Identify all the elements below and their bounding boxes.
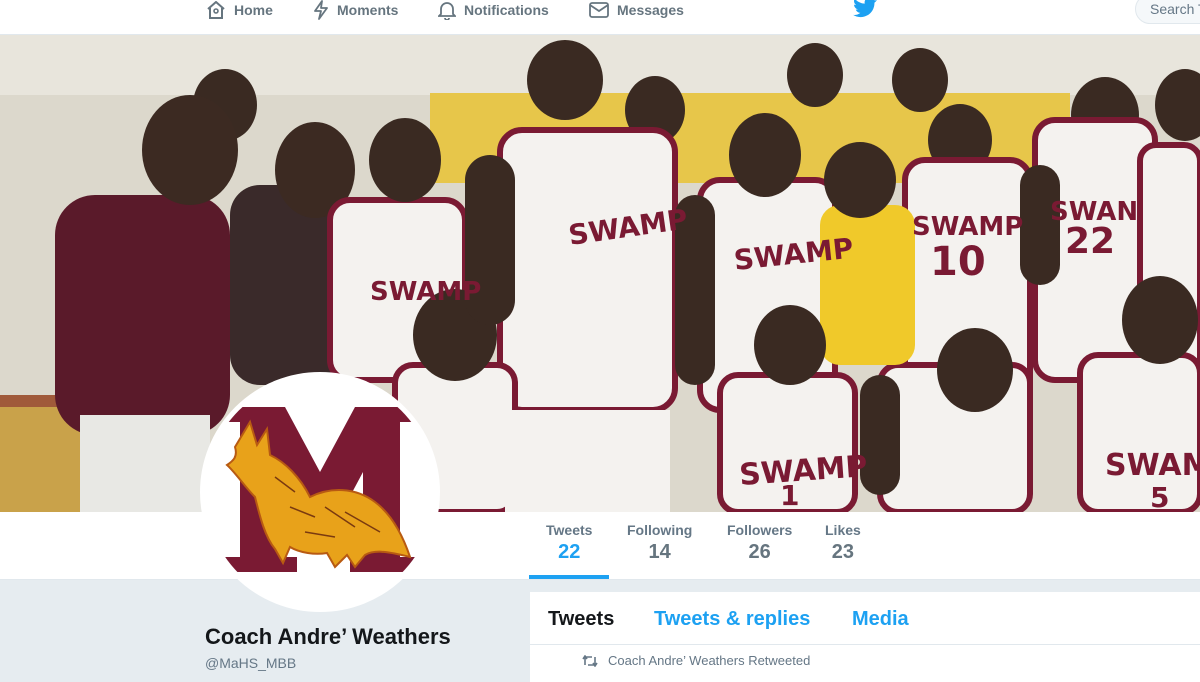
jersey-number: 22 bbox=[1065, 221, 1115, 262]
nav-home[interactable]: Home bbox=[206, 0, 273, 20]
stat-likes-label: Likes bbox=[825, 522, 861, 538]
nav-messages-label: Messages bbox=[617, 2, 684, 18]
stat-likes-value: 23 bbox=[831, 541, 855, 563]
profile-name: Coach Andre’ Weathers bbox=[205, 624, 451, 649]
lightning-icon bbox=[314, 0, 328, 20]
stat-tweets[interactable]: Tweets 22 bbox=[546, 522, 592, 564]
stat-tweets-value: 22 bbox=[558, 541, 581, 563]
profile-stats-bar: Tweets 22 Following 14 Followers 26 Like… bbox=[0, 512, 1200, 580]
nav-notifications-label: Notifications bbox=[464, 2, 549, 18]
top-navigation-bar: Home Moments Notifications Messages Sear… bbox=[0, 0, 1200, 35]
retweet-context-label: Coach Andre’ Weathers Retweeted bbox=[608, 653, 811, 668]
retweet-icon bbox=[582, 654, 598, 667]
nav-moments[interactable]: Moments bbox=[313, 0, 398, 20]
search-placeholder: Search T bbox=[1150, 1, 1200, 17]
tab-media[interactable]: Media bbox=[852, 608, 909, 631]
twitter-bird-icon[interactable] bbox=[852, 0, 878, 20]
stat-following[interactable]: Following 14 bbox=[627, 522, 692, 564]
envelope-icon bbox=[589, 2, 609, 18]
stat-followers-label: Followers bbox=[727, 522, 793, 538]
profile-banner-photo[interactable]: SWAMP SWAMP SWAMP SWAMP 10 SWAN 22 SWAMP… bbox=[0, 35, 1200, 512]
maroon-m-fox-logo bbox=[205, 377, 435, 607]
jersey-text: SWAMP bbox=[370, 277, 481, 307]
profile-handle: @MaHS_MBB bbox=[205, 655, 297, 671]
jersey-number: 1 bbox=[780, 479, 799, 512]
stat-followers[interactable]: Followers 26 bbox=[727, 522, 792, 564]
tab-divider bbox=[530, 644, 1200, 645]
stat-likes[interactable]: Likes 23 bbox=[825, 522, 861, 564]
jersey-text: SWAMP bbox=[912, 212, 1023, 242]
jersey-text: SWAMP bbox=[1105, 448, 1200, 483]
bell-icon bbox=[438, 2, 456, 20]
active-stat-indicator bbox=[529, 575, 609, 579]
nav-messages[interactable]: Messages bbox=[589, 0, 684, 20]
team-photo: SWAMP SWAMP SWAMP SWAMP 10 SWAN 22 SWAMP… bbox=[0, 35, 1200, 512]
tab-tweets[interactable]: Tweets bbox=[548, 608, 614, 631]
nav-notifications[interactable]: Notifications bbox=[438, 0, 549, 20]
stat-following-label: Following bbox=[627, 522, 693, 538]
nav-moments-label: Moments bbox=[337, 2, 399, 18]
jersey-number: 10 bbox=[930, 239, 986, 285]
search-input[interactable]: Search T bbox=[1135, 0, 1200, 24]
home-icon bbox=[207, 1, 225, 19]
stat-tweets-label: Tweets bbox=[546, 522, 593, 538]
nav-home-label: Home bbox=[234, 2, 273, 18]
retweet-context[interactable]: Coach Andre’ Weathers Retweeted bbox=[582, 653, 810, 668]
tab-tweets-replies[interactable]: Tweets & replies bbox=[654, 608, 810, 631]
timeline-panel: Tweets Tweets & replies Media Coach Andr… bbox=[530, 592, 1200, 682]
stat-following-value: 14 bbox=[648, 541, 671, 563]
profile-avatar[interactable] bbox=[200, 372, 440, 612]
stat-followers-value: 26 bbox=[748, 541, 771, 563]
jersey-number: 5 bbox=[1150, 481, 1169, 512]
